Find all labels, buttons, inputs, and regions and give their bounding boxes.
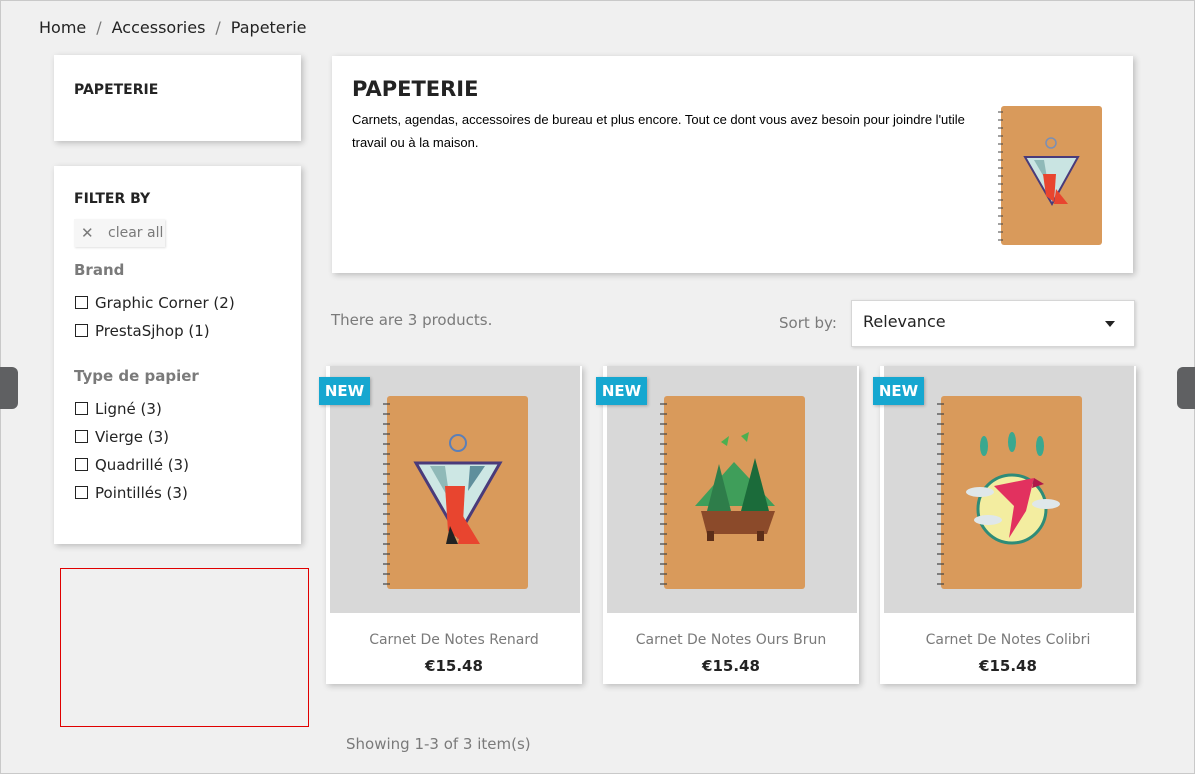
checkbox[interactable] bbox=[75, 430, 88, 443]
facet-option-label: Ligné (3) bbox=[95, 400, 162, 418]
facet-option-label: Quadrillé (3) bbox=[95, 456, 189, 474]
product-card-ours-brun[interactable]: NEW Carnet De Notes Ours Brun €15.48 bbox=[596, 366, 859, 684]
breadcrumb-papeterie[interactable]: Papeterie bbox=[231, 18, 307, 37]
facet-option-label: Graphic Corner (2) bbox=[95, 294, 235, 312]
category-description: Carnets, agendas, accessoires de bureau … bbox=[352, 112, 965, 150]
notebook-fox-image bbox=[996, 104, 1104, 247]
breadcrumb-separator: / bbox=[96, 18, 102, 37]
product-name[interactable]: Carnet De Notes Renard bbox=[326, 632, 582, 648]
product-name[interactable]: Carnet De Notes Colibri bbox=[880, 632, 1136, 648]
right-side-handle[interactable] bbox=[1177, 367, 1195, 409]
facet-option-label: Pointillés (3) bbox=[95, 484, 188, 502]
breadcrumb: Home / Accessories / Papeterie bbox=[39, 18, 307, 37]
breadcrumb-home[interactable]: Home bbox=[39, 18, 86, 37]
checkbox[interactable] bbox=[75, 458, 88, 471]
breadcrumb-accessories[interactable]: Accessories bbox=[112, 18, 206, 37]
product-count: There are 3 products. bbox=[331, 311, 493, 329]
checkbox[interactable] bbox=[75, 402, 88, 415]
pagination-summary: Showing 1-3 of 3 item(s) bbox=[346, 735, 531, 753]
filter-by-title: FILTER BY bbox=[74, 191, 151, 207]
product-price: €15.48 bbox=[979, 657, 1037, 675]
chevron-down-icon bbox=[1105, 321, 1115, 327]
sort-select[interactable]: Relevance bbox=[851, 300, 1135, 347]
new-badge: NEW bbox=[596, 377, 647, 405]
product-price: €15.48 bbox=[702, 657, 760, 675]
product-name[interactable]: Carnet De Notes Ours Brun bbox=[603, 632, 859, 648]
product-card-colibri[interactable]: NEW Carnet De Notes Colibri €15.48 bbox=[873, 366, 1136, 684]
product-price: €15.48 bbox=[425, 657, 483, 675]
sort-value: Relevance bbox=[863, 312, 946, 331]
checkbox[interactable] bbox=[75, 324, 88, 337]
checkbox[interactable] bbox=[75, 296, 88, 309]
facet-paper-type-title: Type de papier bbox=[74, 367, 199, 385]
new-badge: NEW bbox=[873, 377, 924, 405]
product-card-renard[interactable]: NEW Carnet De Notes Renard €15.48 bbox=[319, 366, 582, 684]
clear-all-button[interactable]: ✕ clear all bbox=[74, 219, 165, 247]
sort-label: Sort by: bbox=[779, 314, 837, 332]
category-title: PAPETERIE bbox=[352, 77, 479, 101]
close-icon: ✕ bbox=[81, 224, 94, 242]
highlight-box bbox=[60, 568, 309, 727]
category-tree-title[interactable]: PAPETERIE bbox=[74, 82, 158, 98]
facet-brand-title: Brand bbox=[74, 261, 125, 279]
category-tree-block bbox=[54, 55, 301, 141]
checkbox[interactable] bbox=[75, 486, 88, 499]
breadcrumb-separator: / bbox=[215, 18, 221, 37]
left-side-handle[interactable] bbox=[0, 367, 18, 409]
facet-option-label: Vierge (3) bbox=[95, 428, 169, 446]
new-badge: NEW bbox=[319, 377, 370, 405]
facet-option-label: PrestaSjhop (1) bbox=[95, 322, 210, 340]
clear-all-label: clear all bbox=[108, 225, 164, 241]
